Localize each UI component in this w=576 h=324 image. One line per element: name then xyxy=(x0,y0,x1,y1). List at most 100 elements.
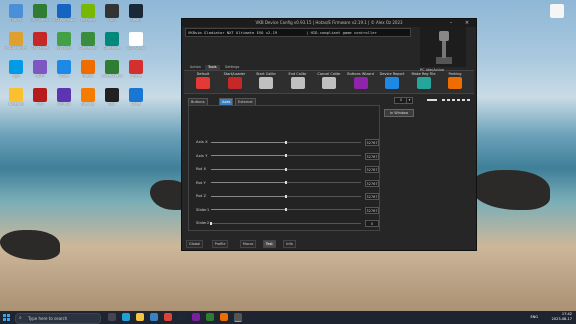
axis-value: 32767 xyxy=(365,152,379,160)
app-icon xyxy=(9,4,23,18)
desktop-icon[interactable]: Gamepad xyxy=(76,32,100,57)
close-icon[interactable]: × xyxy=(462,19,472,27)
app-icon[interactable] xyxy=(192,313,200,321)
desktop-icon[interactable]: OBS xyxy=(100,4,124,29)
desktop-icon[interactable]: SimHub xyxy=(52,88,76,113)
pc-status-label: PC Idle/Active xyxy=(420,68,445,72)
task-view-icon[interactable] xyxy=(108,313,116,321)
desktop-icon[interactable]: VoiceAttack xyxy=(100,60,124,85)
app-icon xyxy=(33,32,47,46)
desktop-icon-label: VoiceAttack xyxy=(101,74,123,78)
bottom-tab-profile[interactable]: Profile xyxy=(211,240,229,248)
desktop-icon[interactable]: JoyToKey xyxy=(52,32,76,57)
toolbar-icon xyxy=(385,77,399,89)
toolbar-button-make-reg-file[interactable]: Make Reg File xyxy=(409,72,439,92)
language-indicator[interactable]: ENG xyxy=(530,315,538,319)
desktop-icon[interactable]: Steam xyxy=(124,4,148,29)
dropdown-arrow-icon[interactable]: ▾ xyxy=(406,97,413,104)
desktop-icon[interactable]: Audio xyxy=(52,60,76,85)
axis-slider[interactable] xyxy=(211,194,361,198)
bottom-tab-test[interactable]: Test xyxy=(262,240,276,248)
axis-row: Slider1 32767 xyxy=(189,206,379,214)
bottom-tab-macro[interactable]: Macro xyxy=(239,240,257,248)
toolbar-button-default[interactable]: Default xyxy=(188,72,218,92)
desktop-icon[interactable]: Opera xyxy=(124,60,148,85)
steam-icon[interactable] xyxy=(178,313,186,321)
desktop-icon[interactable]: My Documents xyxy=(4,32,28,57)
desktop-icon-label: Firefox xyxy=(82,74,94,78)
toolbar-button-parking[interactable]: Parking xyxy=(440,72,470,92)
bottom-tab-info[interactable]: Info xyxy=(283,240,296,248)
desktop-icon-label: Steam xyxy=(130,18,142,22)
toolbar-button-start-calibr[interactable]: Start Calibr xyxy=(251,72,281,92)
desktop-icon[interactable]: TM Target xyxy=(28,32,52,57)
desktop-icon[interactable]: DCS World xyxy=(124,32,148,57)
desktop-icon[interactable]: MSI xyxy=(28,88,52,113)
desktop-icon[interactable]: Blender xyxy=(76,88,100,113)
in-window-button[interactable]: In Window xyxy=(384,109,414,117)
axis-slider[interactable] xyxy=(211,140,361,144)
desktop-icon[interactable]: Firefox xyxy=(76,60,100,85)
toolbar-button-cancel-calibr[interactable]: Cancel Calibr xyxy=(314,72,344,92)
app-icon xyxy=(81,60,95,74)
axis-slider[interactable] xyxy=(211,208,361,211)
store-icon[interactable] xyxy=(150,313,158,321)
chrome-icon[interactable] xyxy=(164,313,172,321)
toolbar-button-buttons-wizard[interactable]: Buttons Wizard xyxy=(346,72,376,92)
minimize-icon[interactable]: – xyxy=(446,19,456,27)
toolbar-icon xyxy=(322,77,336,89)
axis-slider-knob[interactable] xyxy=(285,154,287,157)
desktop-document-icon[interactable] xyxy=(545,4,569,29)
axis-slider-knob[interactable] xyxy=(285,167,287,171)
desktop-icon[interactable]: GeForce xyxy=(76,4,100,29)
desktop-icon[interactable]: DS4Windows xyxy=(52,4,76,29)
desktop-icon[interactable]: vJoy xyxy=(4,60,28,85)
windows-start-icon[interactable] xyxy=(3,314,10,321)
axis-slider[interactable] xyxy=(211,167,361,171)
desktop-icon[interactable]: GIMP xyxy=(28,60,52,85)
desktop-icon[interactable]: This PC xyxy=(4,4,28,29)
desktop-icon-label: This PC xyxy=(9,18,23,22)
app-icon[interactable] xyxy=(206,313,214,321)
axis-value: 0 xyxy=(365,220,379,227)
axis-fill xyxy=(211,155,286,156)
vkb-icon[interactable] xyxy=(234,313,242,322)
axis-slider-knob[interactable] xyxy=(285,194,287,198)
axis-row: Rot X 32767 xyxy=(189,166,379,173)
system-tray[interactable]: 17:42 2023-08-17 xyxy=(552,312,572,322)
bottom-tab-global[interactable]: Global xyxy=(186,240,204,248)
desktop-icon[interactable]: Notepad xyxy=(4,88,28,113)
toolbar-icon xyxy=(227,77,242,89)
axis-slider-knob[interactable] xyxy=(285,181,287,184)
axis-fill xyxy=(211,141,286,143)
joystick-icon xyxy=(436,31,452,64)
axis-slider[interactable] xyxy=(210,221,361,225)
axis-slider-knob[interactable] xyxy=(285,140,287,144)
axis-slider-knob[interactable] xyxy=(285,208,287,211)
explorer-icon[interactable] xyxy=(136,313,144,321)
app-icon[interactable] xyxy=(220,313,228,321)
app-icon xyxy=(9,60,23,74)
toolbar-button-end-calibr[interactable]: End Calibr xyxy=(283,72,313,92)
app-icon xyxy=(105,60,119,74)
axis-name: Slider2 xyxy=(196,220,210,225)
title-bar: VKB Device Config v0.93.15 | Hotas/E Fir… xyxy=(182,19,476,27)
axis-row: Rot Y 32767 xyxy=(189,179,379,187)
axis-slider-knob[interactable] xyxy=(210,221,212,225)
desktop-icon[interactable]: Epic xyxy=(100,88,124,113)
axis-slider[interactable] xyxy=(211,154,361,157)
taskbar-search-input[interactable]: ⌕ Type here to search xyxy=(15,313,101,324)
toolbar-icon xyxy=(416,77,431,89)
desktop-icon[interactable]: Cities xyxy=(124,88,148,113)
toolbar-button-device-report[interactable]: Device Report xyxy=(377,72,407,92)
axis-slider[interactable] xyxy=(211,181,361,184)
axis-value: 32767 xyxy=(365,206,379,214)
search-placeholder: Type here to search xyxy=(28,316,68,321)
toolbar-button-start-loader[interactable]: Start/Loader xyxy=(220,72,250,92)
toolbar-icon xyxy=(259,77,273,89)
right-panel: 0 ▾ In Window xyxy=(382,97,472,137)
desktop-icon[interactable]: Controller xyxy=(100,32,124,57)
edge-icon[interactable] xyxy=(122,313,130,321)
background-rock xyxy=(470,170,550,210)
desktop-icon[interactable]: GRF Admin xyxy=(28,4,52,29)
